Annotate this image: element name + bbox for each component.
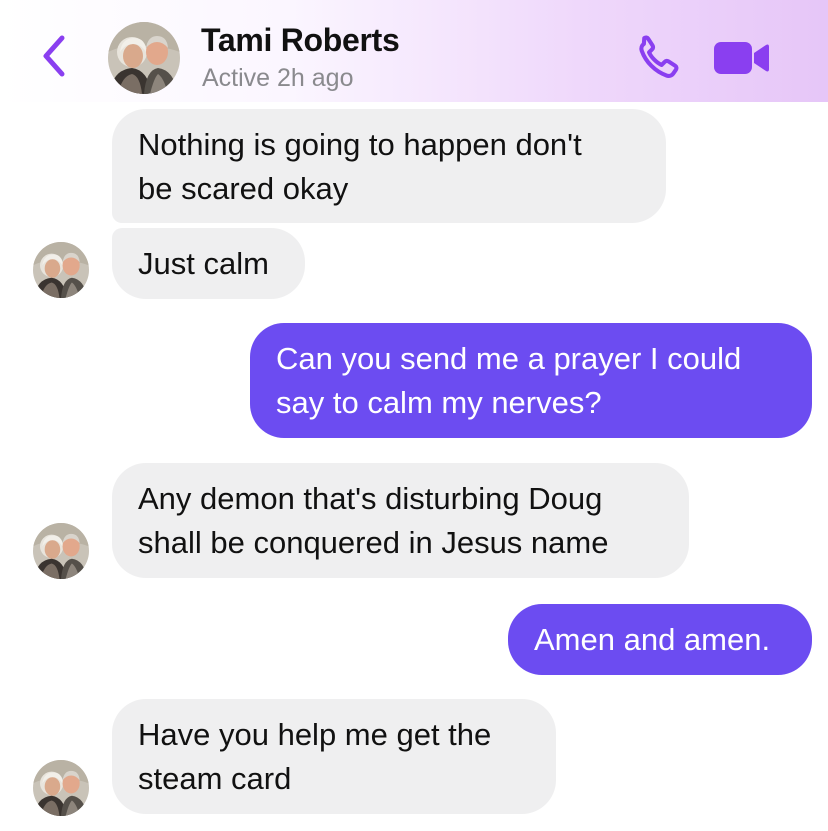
- message-text-line: Nothing is going to happen don't: [138, 127, 582, 162]
- sender-avatar[interactable]: [33, 760, 89, 816]
- message-text-line: Any demon that's disturbing Doug: [138, 481, 603, 516]
- back-button[interactable]: [36, 30, 76, 82]
- message-text-line: say to calm my nerves?: [276, 385, 602, 420]
- message-text-line: shall be conquered in Jesus name: [138, 525, 609, 560]
- contact-avatar[interactable]: [108, 22, 180, 94]
- message-text-line: Amen and amen.: [534, 622, 771, 657]
- message-text-line: Can you send me a prayer I could: [276, 341, 742, 376]
- phone-icon: [639, 35, 679, 78]
- sender-photo: [33, 760, 89, 816]
- message-text-line: be scared okay: [138, 171, 349, 206]
- message-text-line: Have you help me get the: [138, 717, 492, 752]
- message-bubble-incoming[interactable]: Nothing is going to happen don't be scar…: [112, 109, 666, 223]
- sender-avatar[interactable]: [33, 523, 89, 579]
- message-bubble-incoming[interactable]: Have you help me get the steam card: [112, 699, 556, 814]
- contact-photo: [108, 22, 180, 94]
- chevron-left-icon: [43, 35, 65, 77]
- voice-call-button[interactable]: [630, 32, 682, 84]
- message-bubble-outgoing[interactable]: Can you send me a prayer I could say to …: [250, 323, 812, 438]
- contact-name[interactable]: Tami Roberts: [201, 22, 400, 59]
- sender-photo: [33, 242, 89, 298]
- sender-photo: [33, 523, 89, 579]
- active-status: Active 2h ago: [202, 64, 354, 92]
- message-bubble-incoming[interactable]: Any demon that's disturbing Doug shall b…: [112, 463, 689, 578]
- message-bubble-outgoing[interactable]: Amen and amen.: [508, 604, 812, 675]
- message-text-line: steam card: [138, 761, 292, 796]
- message-text-line: Just calm: [138, 246, 269, 281]
- sender-avatar[interactable]: [33, 242, 89, 298]
- video-call-button[interactable]: [712, 38, 772, 78]
- message-bubble-incoming[interactable]: Just calm: [112, 228, 305, 299]
- chat-header: Tami Roberts Active 2h ago: [0, 0, 828, 102]
- video-camera-icon: [714, 42, 769, 74]
